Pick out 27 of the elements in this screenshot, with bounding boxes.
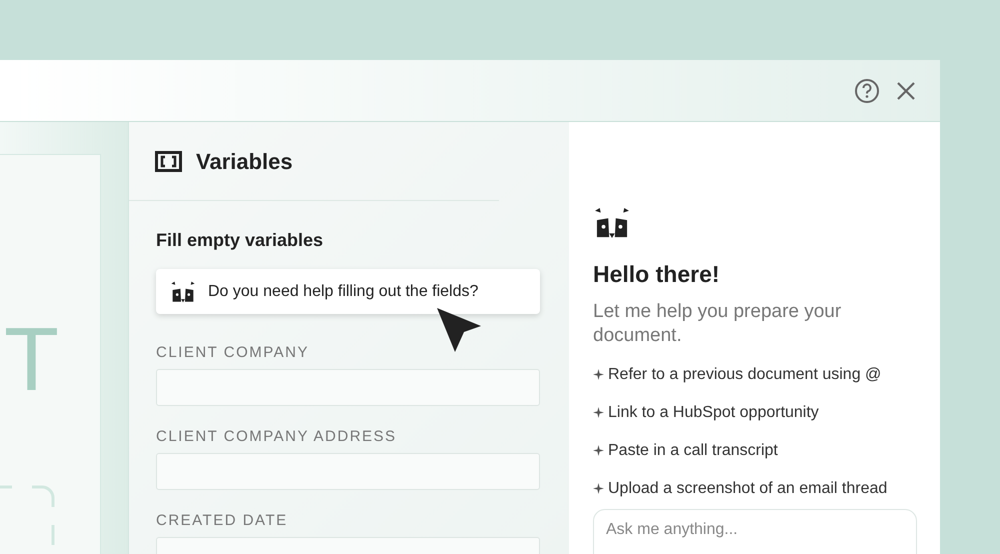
sparkle-icon (593, 369, 604, 380)
suggestion-item[interactable]: Upload a screenshot of an email thread (593, 478, 916, 500)
close-button[interactable] (896, 80, 916, 100)
chat-input[interactable]: Ask me anything... (593, 509, 917, 554)
field-label: CLIENT COMPANY ADDRESS (156, 428, 398, 445)
sparkle-icon (593, 445, 604, 456)
field-label: CREATED DATE (156, 512, 289, 529)
input-field[interactable] (156, 453, 540, 490)
prompt-text: Do you need help filling out the fields? (208, 282, 478, 302)
panel-title: Variables (196, 148, 293, 176)
subtitle: Let me help you prepare your document. (593, 300, 842, 348)
suggestion-item[interactable]: Paste in a call transcript (593, 440, 916, 462)
suggestion-item[interactable]: Link to a HubSpot opportunity (593, 402, 916, 424)
suggestion-item[interactable]: Refer to a previous document using @ (593, 364, 916, 386)
help-button[interactable] (854, 78, 880, 104)
document-letter: T (4, 315, 59, 405)
panda-icon (170, 280, 196, 302)
section-title: Fill empty variables (156, 229, 324, 252)
greeting: Hello there! (593, 260, 721, 289)
brackets-icon (155, 150, 182, 172)
field-label: CLIENT COMPANY (156, 344, 310, 361)
cursor-icon (435, 306, 483, 354)
panda-icon (593, 207, 631, 239)
sparkle-icon (593, 407, 604, 418)
input-field[interactable] (156, 369, 540, 406)
sparkle-icon (593, 483, 604, 494)
assistant-prompt[interactable]: Do you need help filling out the fields? (156, 269, 540, 314)
